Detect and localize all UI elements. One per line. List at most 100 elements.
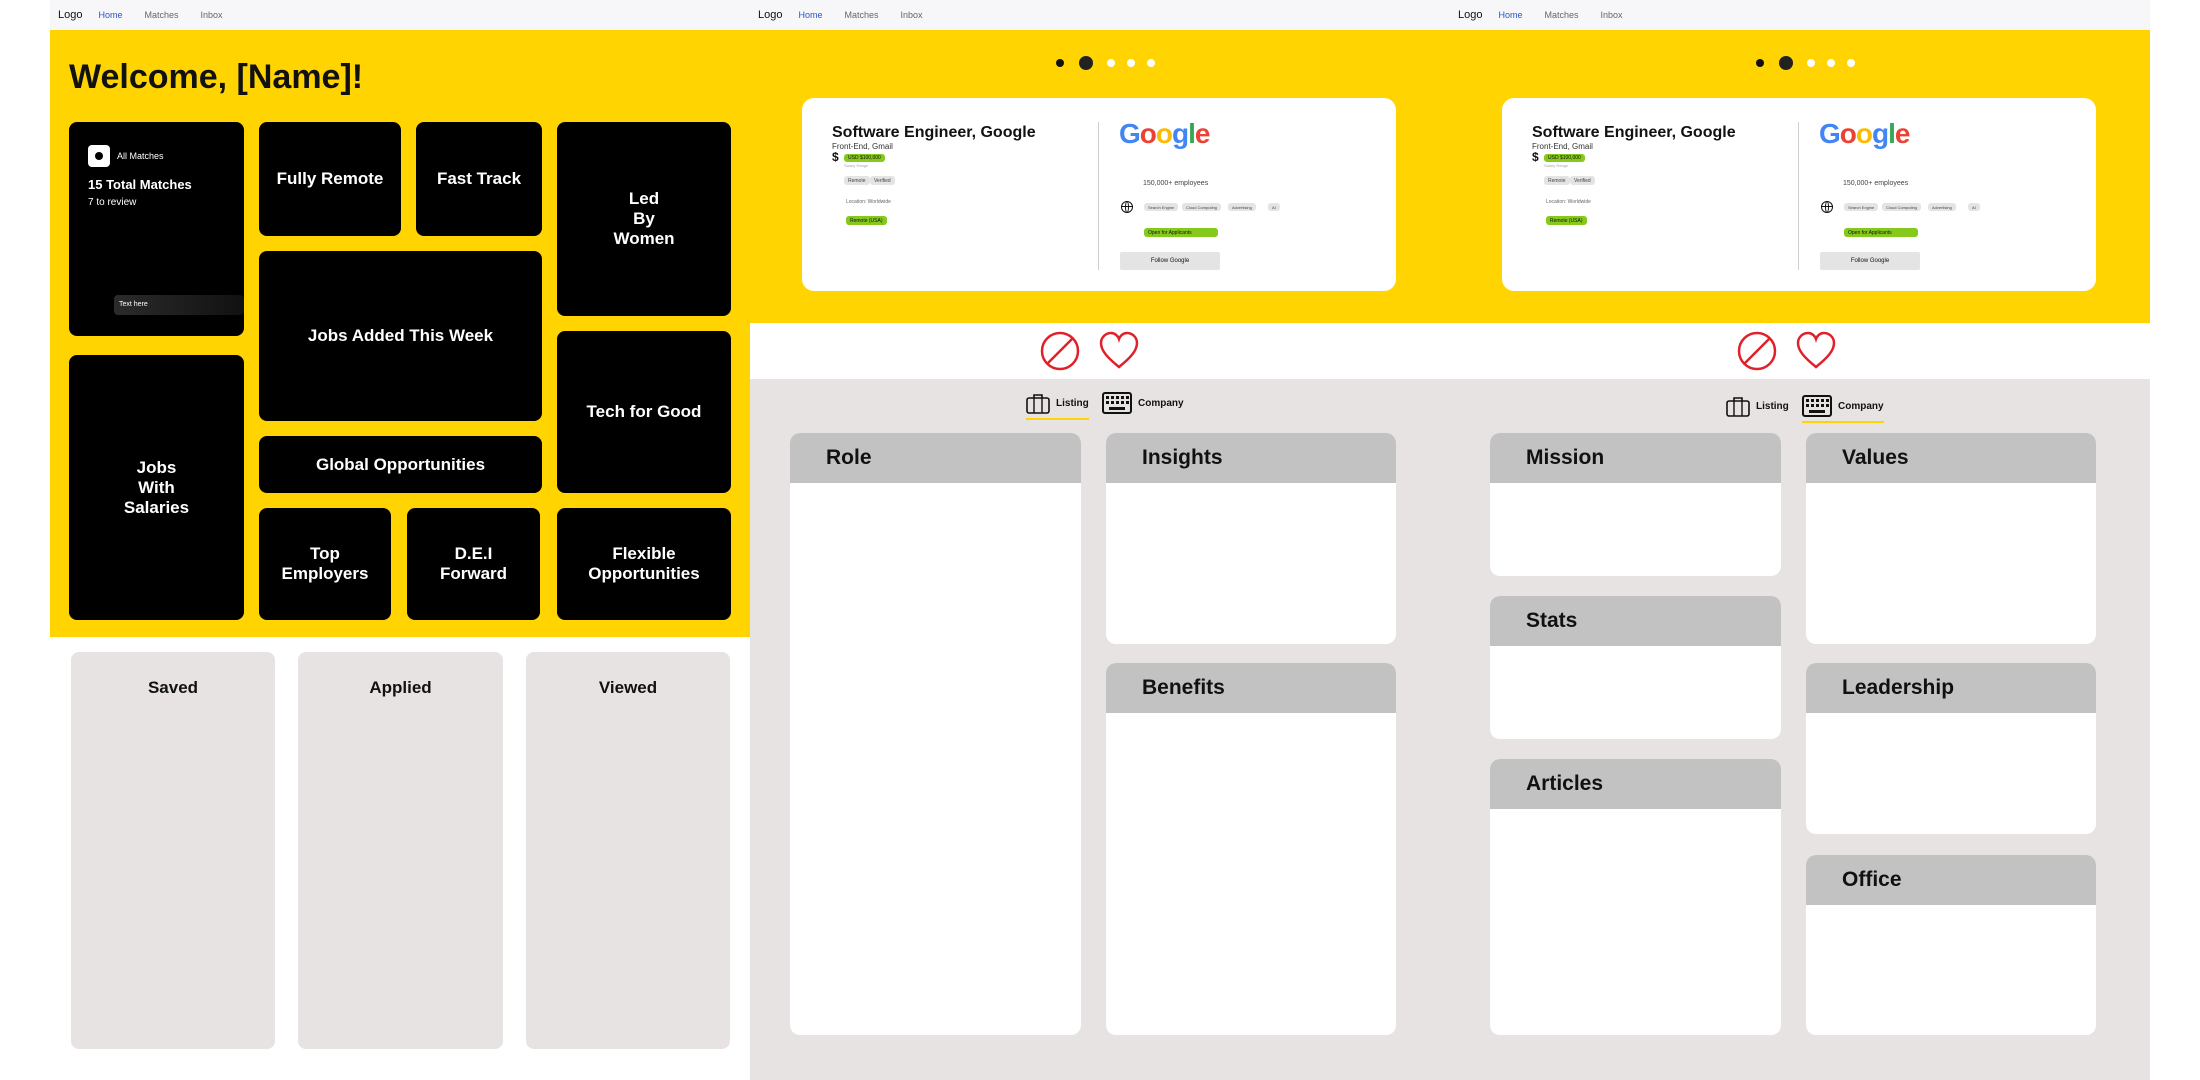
industry-cloud: Cloud Computing bbox=[1182, 203, 1221, 211]
carousel-dot-1[interactable] bbox=[1756, 59, 1764, 67]
job-card[interactable]: Software Engineer, Google Front-End, Gma… bbox=[1502, 98, 2096, 291]
saved-card[interactable]: Saved bbox=[71, 652, 275, 1049]
office-header: Office bbox=[1806, 855, 2096, 905]
office-section: Office bbox=[1806, 855, 2096, 1035]
tab-company[interactable]: Company bbox=[1102, 392, 1184, 414]
industry-advertising: Advertising bbox=[1928, 203, 1956, 211]
carousel-dot-2-active[interactable] bbox=[1079, 56, 1093, 70]
welcome-title: Welcome, [Name]! bbox=[69, 58, 364, 96]
nav-home[interactable]: Home bbox=[98, 10, 122, 20]
tag-remote: Remote bbox=[844, 176, 870, 185]
insights-section: Insights bbox=[1106, 433, 1396, 644]
tag-remote: Remote bbox=[1544, 176, 1570, 185]
job-title: Software Engineer, Google bbox=[832, 124, 1036, 141]
values-section: Values bbox=[1806, 433, 2096, 644]
carousel-dot-5[interactable] bbox=[1847, 59, 1855, 67]
to-review: 7 to review bbox=[88, 197, 137, 208]
tag-verified: Verified bbox=[870, 176, 895, 185]
carousel-dot-3[interactable] bbox=[1807, 59, 1815, 67]
nav-logo[interactable]: Logo bbox=[1458, 9, 1482, 21]
carousel-dot-5[interactable] bbox=[1147, 59, 1155, 67]
tile-jobs-with-salaries[interactable]: Jobs With Salaries bbox=[69, 355, 244, 620]
listing-panel: Logo Home Matches Inbox Software Enginee… bbox=[750, 0, 1450, 1080]
nav-home[interactable]: Home bbox=[798, 10, 822, 20]
all-matches-label: All Matches bbox=[117, 151, 164, 161]
nav-inbox[interactable]: Inbox bbox=[1601, 10, 1623, 20]
viewed-title: Viewed bbox=[598, 678, 658, 697]
tile-led-by-women[interactable]: Led By Women bbox=[557, 122, 731, 316]
top-nav: Logo Home Matches Inbox bbox=[750, 0, 1450, 30]
mission-header: Mission bbox=[1490, 433, 1781, 483]
nav-inbox[interactable]: Inbox bbox=[901, 10, 923, 20]
viewed-card[interactable]: Viewed bbox=[526, 652, 730, 1049]
nav-matches[interactable]: Matches bbox=[145, 10, 179, 20]
stats-section: Stats bbox=[1490, 596, 1781, 739]
nav-inbox[interactable]: Inbox bbox=[201, 10, 223, 20]
applied-card[interactable]: Applied bbox=[298, 652, 503, 1049]
tile-tech-for-good[interactable]: Tech for Good bbox=[557, 331, 731, 493]
tab-listing-underline bbox=[1026, 418, 1089, 420]
carousel-dot-1[interactable] bbox=[1056, 59, 1064, 67]
carousel-dot-2-active[interactable] bbox=[1779, 56, 1793, 70]
articles-header: Articles bbox=[1490, 759, 1781, 809]
job-subtitle: Front-End, Gmail bbox=[1532, 142, 1593, 151]
dollar-icon: $ bbox=[832, 150, 839, 164]
dollar-icon: $ bbox=[1532, 150, 1539, 164]
heart-icon[interactable] bbox=[1795, 331, 1837, 371]
job-title: Software Engineer, Google bbox=[1532, 124, 1736, 141]
nav-matches[interactable]: Matches bbox=[1545, 10, 1579, 20]
tab-listing[interactable]: Listing bbox=[1026, 392, 1089, 420]
leadership-header: Leadership bbox=[1806, 663, 2096, 713]
all-matches-tile[interactable]: All Matches 15 Total Matches 7 to review… bbox=[69, 122, 244, 336]
nav-logo[interactable]: Logo bbox=[58, 9, 82, 21]
carousel-dot-4[interactable] bbox=[1827, 59, 1835, 67]
tile-jobs-added-this-week[interactable]: Jobs Added This Week bbox=[259, 251, 542, 421]
carousel-dot-4[interactable] bbox=[1127, 59, 1135, 67]
tile-top-employers[interactable]: Top Employers bbox=[259, 508, 391, 620]
employee-count: 150,000+ employees bbox=[1143, 180, 1209, 187]
company-panel: Logo Home Matches Inbox Software Enginee… bbox=[1450, 0, 2150, 1080]
tile-fully-remote[interactable]: Fully Remote bbox=[259, 122, 401, 236]
text-here-bar[interactable]: Text here bbox=[114, 295, 244, 315]
remote-pill: Remote (USA) bbox=[1546, 216, 1587, 225]
carousel-dot-3[interactable] bbox=[1107, 59, 1115, 67]
industry-ai: AI bbox=[1268, 203, 1280, 211]
salary-pill: USD $100,000 bbox=[1544, 154, 1585, 162]
role-section: Role bbox=[790, 433, 1081, 1035]
tag-verified: Verified bbox=[1570, 176, 1595, 185]
nav-matches[interactable]: Matches bbox=[845, 10, 879, 20]
reject-icon[interactable] bbox=[1737, 331, 1777, 371]
text-here-label: Text here bbox=[119, 301, 148, 308]
top-nav: Logo Home Matches Inbox bbox=[1450, 0, 2150, 30]
industry-search-engine: Search Engine bbox=[1144, 203, 1179, 211]
tile-fast-track[interactable]: Fast Track bbox=[416, 122, 542, 236]
follow-google-button[interactable]: Follow Google bbox=[1120, 252, 1220, 270]
briefcase-icon bbox=[1726, 397, 1750, 417]
tab-company-underline bbox=[1802, 421, 1884, 423]
keyboard-icon bbox=[1102, 392, 1132, 414]
salary-pill: USD $100,000 bbox=[844, 154, 885, 162]
salary-sub: Salary Range bbox=[1544, 163, 1569, 168]
tile-flexible-opportunities[interactable]: Flexible Opportunities bbox=[557, 508, 731, 620]
tab-listing-label: Listing bbox=[1756, 400, 1789, 412]
home-panel: Logo Home Matches Inbox Welcome, [Name]!… bbox=[50, 0, 750, 1080]
tile-global-opportunities[interactable]: Global Opportunities bbox=[259, 436, 542, 493]
job-card[interactable]: Software Engineer, Google Front-End, Gma… bbox=[802, 98, 1396, 291]
tab-listing[interactable]: Listing bbox=[1726, 395, 1789, 417]
articles-section: Articles bbox=[1490, 759, 1781, 1035]
industry-ai: AI bbox=[1968, 203, 1980, 211]
google-logo: Google bbox=[1819, 118, 1910, 149]
tile-dei-forward[interactable]: D.E.I Forward bbox=[407, 508, 540, 620]
saved-title: Saved bbox=[147, 678, 199, 697]
nav-home[interactable]: Home bbox=[1498, 10, 1522, 20]
reject-icon[interactable] bbox=[1040, 331, 1080, 371]
google-logo: Google bbox=[1119, 118, 1210, 149]
nav-logo[interactable]: Logo bbox=[758, 9, 782, 21]
heart-icon[interactable] bbox=[1098, 331, 1140, 371]
tab-company[interactable]: Company bbox=[1802, 395, 1884, 423]
benefits-header: Benefits bbox=[1106, 663, 1396, 713]
tab-company-label: Company bbox=[1838, 400, 1884, 412]
follow-google-button[interactable]: Follow Google bbox=[1820, 252, 1920, 270]
salary-sub: Salary Range bbox=[844, 163, 869, 168]
values-header: Values bbox=[1806, 433, 2096, 483]
